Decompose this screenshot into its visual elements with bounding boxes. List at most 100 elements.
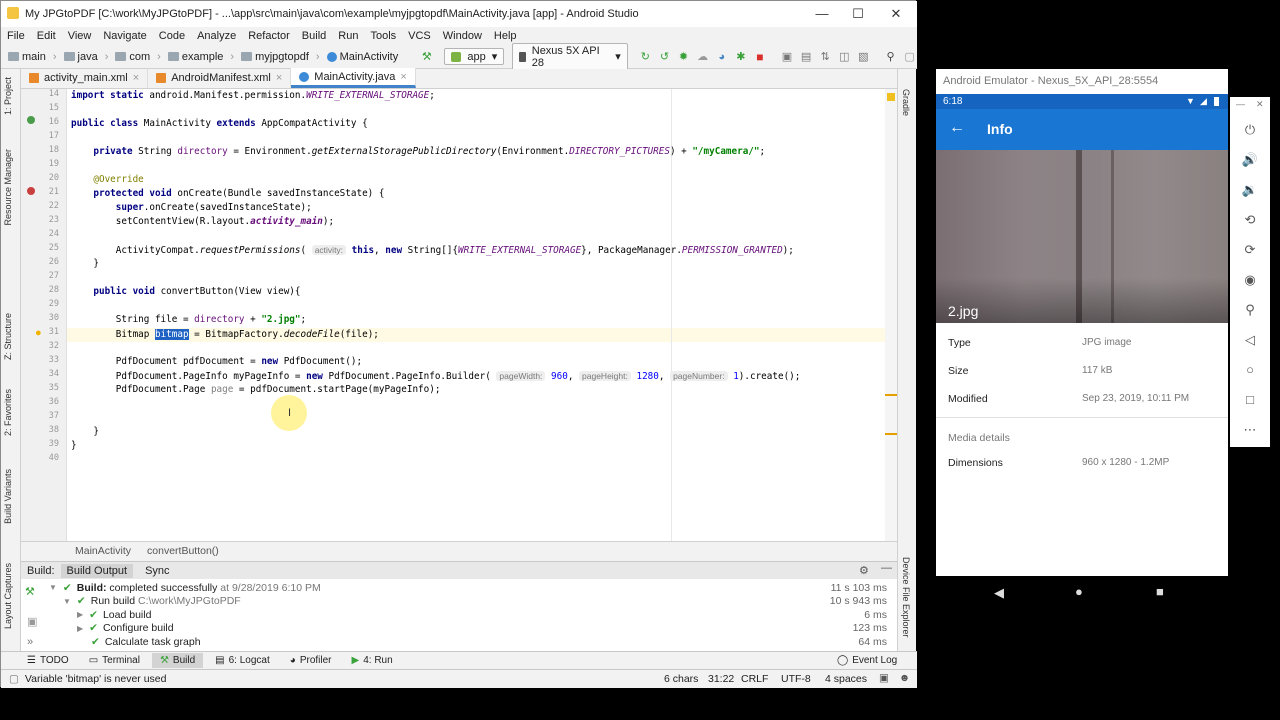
breadcrumb-java[interactable]: java: [61, 51, 101, 63]
volume-up-icon[interactable]: 🔊: [1240, 152, 1260, 168]
tab-terminal[interactable]: ▭ Terminal: [81, 653, 148, 668]
resource-manager-tab[interactable]: Resource Manager: [3, 149, 13, 226]
tab-android-manifest[interactable]: AndroidManifest.xml ×: [148, 68, 292, 88]
menu-refactor[interactable]: Refactor: [248, 30, 290, 42]
breadcrumb-myjpgtopdf[interactable]: myjpgtopdf: [238, 51, 312, 63]
nav-recents-icon[interactable]: ■: [1156, 584, 1164, 599]
breadcrumb-method[interactable]: convertButton(): [147, 545, 219, 557]
run-config-select[interactable]: app ▾: [444, 48, 505, 65]
sync-gradle-icon[interactable]: ⇅: [818, 49, 833, 65]
build-row[interactable]: ▶ ✔ Configure build 123 ms: [21, 622, 897, 636]
line-separator[interactable]: CRLF: [741, 673, 768, 685]
override-gutter-icon[interactable]: [27, 187, 35, 195]
editor-scrollbar[interactable]: [885, 89, 897, 541]
device-select[interactable]: Nexus 5X API 28 ▾: [512, 42, 628, 71]
tab-profiler[interactable]: ◕ Profiler: [282, 653, 340, 668]
menu-edit[interactable]: Edit: [37, 30, 56, 42]
lightbulb-icon[interactable]: ●: [35, 327, 42, 339]
rotate-left-icon[interactable]: ⟲: [1240, 212, 1260, 228]
indent-setting[interactable]: 4 spaces: [825, 673, 867, 685]
tab-todo[interactable]: ☰ TODO: [19, 653, 77, 668]
more-icon[interactable]: ⋯: [1240, 422, 1260, 438]
favorites-tab[interactable]: 2: Favorites: [3, 389, 13, 436]
menu-view[interactable]: View: [68, 30, 92, 42]
build-variants-tab[interactable]: Build Variants: [3, 469, 13, 524]
photo-preview[interactable]: 2.jpg: [936, 150, 1228, 323]
close-tab-icon[interactable]: ×: [400, 71, 406, 83]
menu-tools[interactable]: Tools: [370, 30, 396, 42]
status-toggle-icon[interactable]: ▢: [9, 673, 19, 685]
inspector-icon[interactable]: ☻: [899, 672, 910, 684]
breadcrumb-com[interactable]: com: [112, 51, 153, 63]
project-panel-tab[interactable]: 1: Project: [3, 77, 13, 115]
layout-captures-tab[interactable]: Layout Captures: [3, 563, 13, 629]
menu-build[interactable]: Build: [302, 30, 326, 42]
apply-changes-icon[interactable]: ↻: [638, 49, 653, 65]
warning-marker-icon[interactable]: [887, 93, 895, 101]
debug-icon[interactable]: ✹: [676, 49, 691, 65]
tab-build[interactable]: ⚒ Build: [151, 653, 204, 668]
tab-run[interactable]: ▶ 4: Run: [344, 653, 401, 668]
build-row[interactable]: ▼ ✔ Build: completed successfully at 9/28/…: [21, 581, 897, 595]
rotate-right-icon[interactable]: ⟳: [1240, 242, 1260, 258]
settings-icon[interactable]: ▢: [902, 49, 917, 65]
code-editor[interactable]: import static android.Manifest.permissio…: [67, 89, 885, 541]
gradle-tab[interactable]: Gradle: [901, 89, 911, 116]
tab-event-log[interactable]: ◯ Event Log: [829, 653, 905, 668]
minimize-panel-icon[interactable]: —: [881, 562, 892, 574]
close-icon[interactable]: ✕: [1256, 99, 1264, 110]
profile-icon[interactable]: ◕: [714, 49, 729, 65]
menu-analyze[interactable]: Analyze: [197, 30, 236, 42]
tab-build-output[interactable]: Build Output: [60, 563, 134, 578]
build-row[interactable]: ▶ ✔ Load build 6 ms: [21, 608, 897, 622]
build-row[interactable]: ▼ ✔ Run build C:\work\MyJPGtoPDF 10 s 943 m…: [21, 595, 897, 609]
home-icon[interactable]: ○: [1240, 362, 1260, 377]
tab-main-activity[interactable]: MainActivity.java ×: [291, 68, 416, 88]
volume-down-icon[interactable]: 🔉: [1240, 182, 1260, 198]
menu-help[interactable]: Help: [494, 30, 517, 42]
maximize-icon[interactable]: ☐: [839, 1, 877, 27]
breadcrumb-main[interactable]: main: [5, 51, 49, 63]
apply-code-changes-icon[interactable]: ↺: [657, 49, 672, 65]
nav-back-icon[interactable]: ◀: [994, 585, 1004, 601]
camera-icon[interactable]: ◉: [1240, 272, 1260, 288]
file-encoding[interactable]: UTF-8: [781, 673, 811, 685]
close-tab-icon[interactable]: ×: [133, 72, 139, 84]
overview-icon[interactable]: □: [1240, 392, 1260, 407]
breadcrumb-example[interactable]: example: [165, 51, 227, 63]
menu-navigate[interactable]: Navigate: [103, 30, 146, 42]
build-row[interactable]: ✔ Calculate task graph 64 ms: [21, 635, 897, 649]
attach-process-icon[interactable]: ✱: [733, 49, 748, 65]
device-file-explorer-tab[interactable]: Device File Explorer: [901, 557, 911, 638]
breadcrumb-class[interactable]: MainActivity: [75, 545, 131, 557]
menu-vcs[interactable]: VCS: [408, 30, 431, 42]
attach-debugger-icon[interactable]: ☁: [695, 49, 710, 65]
menu-window[interactable]: Window: [443, 30, 482, 42]
structure-tab[interactable]: Z: Structure: [3, 313, 13, 360]
back-arrow-icon[interactable]: ←: [949, 119, 965, 137]
close-tab-icon[interactable]: ×: [276, 72, 282, 84]
avd-manager-icon[interactable]: ▤: [799, 49, 814, 65]
tab-activity-main-xml[interactable]: activity_main.xml ×: [21, 68, 149, 88]
menu-file[interactable]: File: [7, 30, 25, 42]
hammer-icon[interactable]: ⚒: [419, 49, 434, 65]
search-icon[interactable]: ⚲: [883, 49, 898, 65]
device-manager-icon[interactable]: ▧: [856, 49, 871, 65]
gear-icon[interactable]: ⚙: [859, 564, 869, 577]
tab-logcat[interactable]: ▤ 6: Logcat: [207, 653, 278, 668]
minimize-icon[interactable]: —: [803, 1, 841, 27]
run-gutter-icon[interactable]: [27, 116, 35, 124]
menu-run[interactable]: Run: [338, 30, 358, 42]
project-structure-icon[interactable]: ▣: [779, 49, 794, 65]
close-icon[interactable]: ✕: [877, 1, 915, 27]
breadcrumb-mainactivity[interactable]: MainActivity: [324, 51, 402, 63]
cursor-position[interactable]: 31:22: [708, 673, 734, 685]
zoom-icon[interactable]: ⚲: [1240, 302, 1260, 318]
stop-icon[interactable]: ■: [752, 49, 767, 65]
lock-icon[interactable]: ▣: [879, 672, 889, 684]
minimize-icon[interactable]: —: [1236, 99, 1245, 109]
nav-home-icon[interactable]: ●: [1075, 584, 1083, 599]
power-icon[interactable]: ⏻: [1240, 122, 1260, 138]
tab-sync[interactable]: Sync: [139, 564, 175, 578]
back-icon[interactable]: ◁: [1240, 332, 1260, 348]
